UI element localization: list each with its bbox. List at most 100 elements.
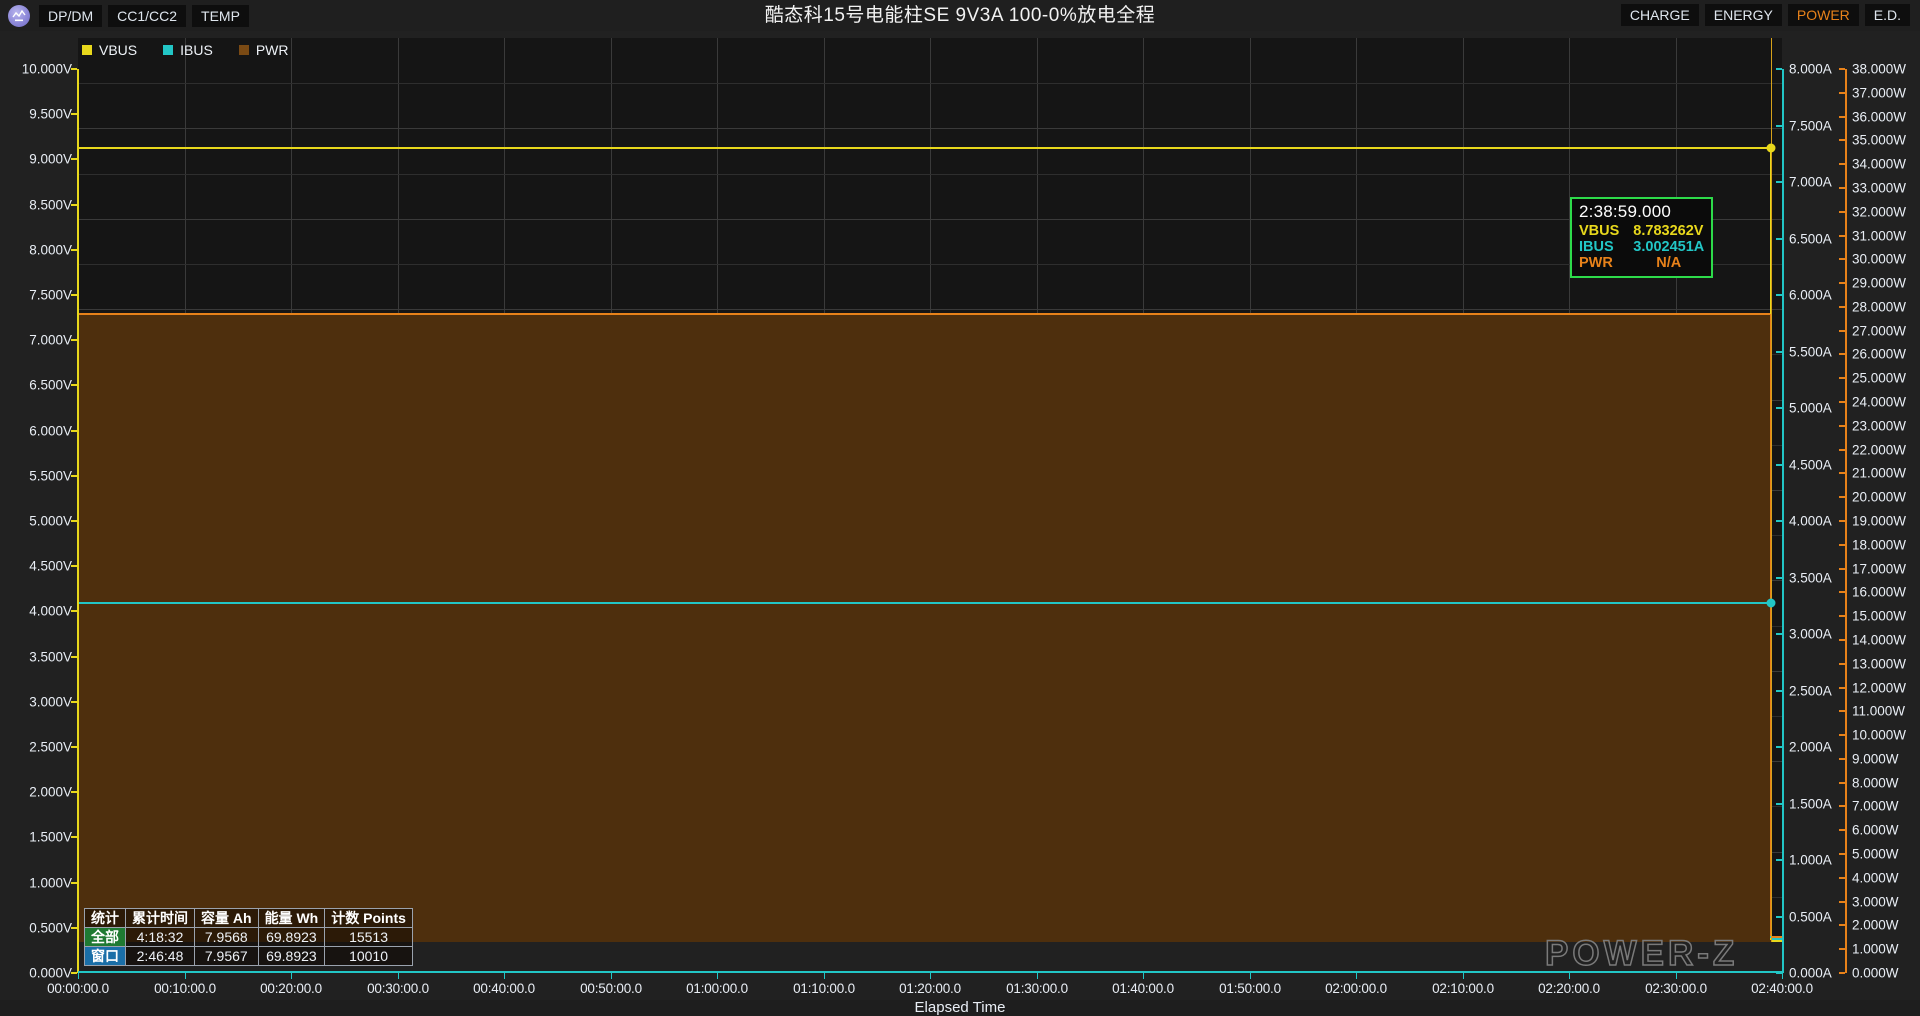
y-axis-left-tick-label: 9.000V [29, 151, 72, 167]
axis-tick [1839, 116, 1845, 118]
tooltip-row-pwr: PWR N/A [1579, 255, 1704, 271]
axis-tick [1776, 464, 1782, 466]
pwr-zero-segment [1771, 936, 1782, 938]
tab-energy[interactable]: ENERGY [1704, 4, 1782, 26]
legend-item-ibus[interactable]: IBUS [163, 42, 213, 58]
tooltip-key-pwr: PWR [1579, 255, 1613, 271]
y-axis-power-tick-label: 21.000W [1852, 465, 1907, 481]
axis-tick [1839, 568, 1845, 570]
grid-line-horizontal [78, 264, 1782, 265]
x-axis-tick-label: 01:10:00.0 [793, 981, 855, 996]
stats-window-points: 10010 [324, 946, 413, 966]
axis-tick [1839, 401, 1845, 403]
tab-cc1-cc2[interactable]: CC1/CC2 [108, 4, 187, 27]
y-axis-power-tick-label: 27.000W [1852, 323, 1907, 339]
statistics-table: 统计 累计时间 容量 Ah 能量 Wh 计数 Points 全部 4:18:32… [84, 908, 413, 966]
x-axis-tick-label: 02:30:00.0 [1645, 981, 1707, 996]
axis-right-current [1782, 69, 1784, 973]
y-axis-left-tick-label: 9.500V [29, 106, 72, 122]
tab-power[interactable]: POWER [1787, 4, 1859, 26]
axis-tick [1776, 181, 1782, 183]
legend-item-vbus[interactable]: VBUS [82, 42, 137, 58]
axis-right-power [1845, 69, 1847, 973]
tab-charge[interactable]: CHARGE [1620, 4, 1699, 26]
y-axis-power-tick-label: 16.000W [1852, 584, 1907, 600]
x-axis-tick [930, 973, 931, 979]
tab-ed[interactable]: E.D. [1864, 4, 1910, 26]
y-axis-power-tick-label: 15.000W [1852, 608, 1907, 624]
x-axis-tick-label: 00:00:00.0 [47, 981, 109, 996]
axis-tick [1839, 187, 1845, 189]
x-axis-tick [824, 973, 825, 979]
axis-tick [1776, 407, 1782, 409]
tooltip-time: 2:38:59.000 [1579, 202, 1672, 221]
y-axis-left-tick-label: 1.000V [29, 875, 72, 891]
grid-line-horizontal [78, 309, 1782, 310]
x-axis-tick [398, 973, 399, 979]
x-axis-tick [1782, 973, 1783, 979]
tooltip-key-vbus: VBUS [1579, 223, 1620, 239]
stats-window-time: 2:46:48 [125, 946, 195, 966]
y-axis-current-tick-label: 0.500A [1789, 909, 1832, 925]
y-axis-current-tick-label: 6.000A [1789, 287, 1832, 303]
powerz-logo-icon [8, 4, 30, 27]
stats-header-0: 统计 [84, 908, 126, 928]
y-axis-current-tick-label: 0.000A [1789, 965, 1832, 981]
y-axis-left-tick-label: 6.000V [29, 423, 72, 439]
y-axis-power-tick-label: 23.000W [1852, 418, 1907, 434]
y-axis-current-tick-label: 3.500A [1789, 570, 1832, 586]
y-axis-power-tick-label: 12.000W [1852, 680, 1907, 696]
x-axis-tick-label: 01:40:00.0 [1112, 981, 1174, 996]
axis-tick [1776, 803, 1782, 805]
pwr-trace [78, 312, 1771, 315]
x-axis-tick [1356, 973, 1357, 979]
tooltip-value-vbus: 8.783262V [1633, 223, 1704, 239]
axis-tick [1839, 258, 1845, 260]
y-axis-power-tick-label: 7.000W [1852, 798, 1899, 814]
axis-tick [1839, 948, 1845, 950]
plot-area[interactable] [78, 38, 1782, 942]
y-axis-power-tick-label: 33.000W [1852, 180, 1907, 196]
axis-tick [1839, 139, 1845, 141]
y-axis-power-tick-label: 14.000W [1852, 632, 1907, 648]
stats-row-label-all: 全部 [84, 927, 126, 947]
x-axis-tick [1463, 973, 1464, 979]
vbus-cursor-marker [1766, 143, 1776, 153]
y-axis-left-tick-label: 3.000V [29, 694, 72, 710]
axis-tick [1839, 353, 1845, 355]
y-axis-power-tick-label: 5.000W [1852, 846, 1899, 862]
x-axis-tick [717, 973, 718, 979]
chart-panel[interactable]: 10.000V 9.500V 9.000V 8.500V 8.000V 7.500V 7.0… [0, 31, 1920, 1016]
y-axis-current-tick-label: 3.000A [1789, 626, 1832, 642]
powerz-watermark: POWER-Z [1544, 933, 1739, 974]
y-axis-power-tick-label: 31.000W [1852, 228, 1907, 244]
table-row: 窗口 2:46:48 7.9567 69.8923 10010 [84, 946, 413, 966]
y-axis-current-tick-label: 5.500A [1789, 344, 1832, 360]
y-axis-left-tick-label: 2.000V [29, 784, 72, 800]
y-axis-power-tick-label: 4.000W [1852, 870, 1899, 886]
y-axis-left-tick-label: 8.000V [29, 242, 72, 258]
tab-dp-dm[interactable]: DP/DM [39, 4, 103, 27]
axis-tick [1839, 877, 1845, 879]
tooltip-value-pwr: N/A [1656, 255, 1682, 271]
cursor-line[interactable] [1771, 38, 1772, 942]
y-axis-power-tick-label: 29.000W [1852, 275, 1907, 291]
tooltip-row-vbus: VBUS 8.783262V [1579, 223, 1704, 239]
y-axis-power-tick-label: 1.000W [1852, 941, 1899, 957]
y-axis-left-tick-label: 10.000V [21, 61, 72, 77]
vbus-trace [78, 146, 1771, 149]
axis-tick [1839, 282, 1845, 284]
y-axis-current-tick-label: 7.000A [1789, 174, 1832, 190]
tooltip-row-ibus: IBUS 3.002451A [1579, 239, 1704, 255]
axis-tick [1839, 615, 1845, 617]
legend-label-pwr: PWR [255, 42, 289, 58]
y-axis-power-tick-label: 0.000W [1852, 965, 1899, 981]
axis-tick [1839, 758, 1845, 760]
x-axis-tick-label: 00:50:00.0 [580, 981, 642, 996]
y-axis-power-tick-label: 6.000W [1852, 822, 1899, 838]
x-axis-tick [1037, 973, 1038, 979]
grid-line-horizontal [78, 174, 1782, 175]
tab-temp[interactable]: TEMP [192, 4, 249, 27]
x-axis-tick-label: 02:20:00.0 [1538, 981, 1600, 996]
legend-item-pwr[interactable]: PWR [238, 42, 289, 58]
